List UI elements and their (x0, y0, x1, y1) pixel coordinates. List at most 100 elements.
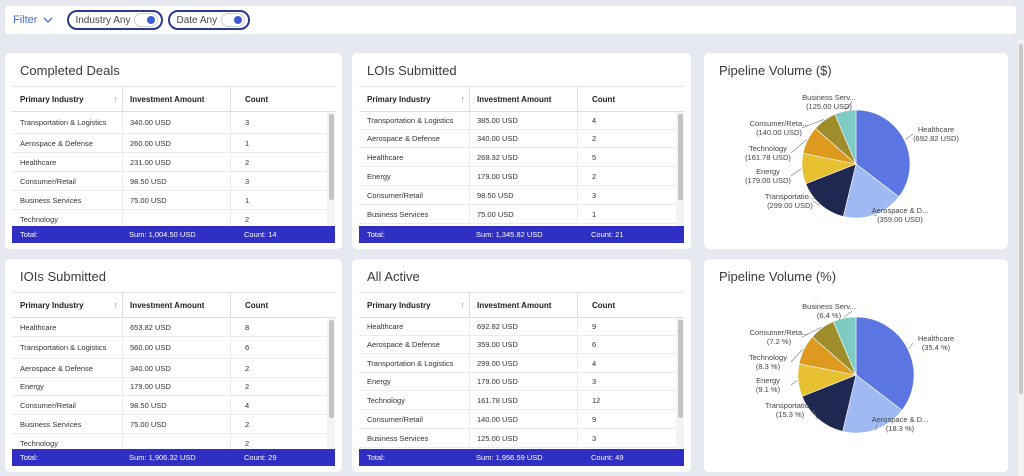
date-filter-chip[interactable]: Date Any (168, 10, 251, 30)
slice-label: Healthcare (918, 125, 954, 134)
table-row[interactable]: Consumer/Retail 98.50 USD 3 (359, 186, 676, 205)
cell-amount: 98.50 USD (122, 396, 230, 414)
table-row[interactable]: Business Services 75.00 USD 1 (12, 191, 327, 210)
column-header-count[interactable]: Count (230, 293, 335, 317)
table-scrollbar-thumb[interactable] (678, 114, 683, 200)
industry-filter-chip[interactable]: Industry Any (67, 10, 164, 30)
cell-text: 179.00 USD (477, 377, 518, 386)
page-scrollbar-thumb[interactable] (1019, 44, 1023, 394)
cell-text: 2 (245, 363, 250, 373)
cell-text: Energy (367, 171, 391, 181)
table-row[interactable]: Energy 179.00 USD 3 (359, 373, 676, 391)
slice-value-label: (359.00 USD) (877, 215, 923, 224)
cell-industry: Aerospace & Defense (359, 336, 469, 353)
column-header-industry[interactable]: Primary Industry ↑ (12, 87, 122, 111)
table-row[interactable]: Healthcare 268.32 USD 5 (359, 148, 676, 167)
cell-amount: 653.82 USD (122, 318, 230, 336)
cell-count: 3 (577, 186, 676, 204)
table-row[interactable]: Transportation & Logistics 340.00 USD 3 (12, 112, 327, 134)
cell-amount: 260.00 USD (122, 134, 230, 152)
column-header-count[interactable]: Count (577, 87, 684, 111)
cell-count: 2 (577, 167, 676, 185)
column-header-amount[interactable]: Investment Amount (122, 87, 230, 111)
table-row[interactable]: Consumer/Retail 98.50 USD 4 (12, 396, 327, 415)
sort-arrow-icon[interactable]: ↑ (461, 300, 466, 310)
sort-arrow-icon[interactable]: ↑ (114, 94, 119, 104)
table-row[interactable]: Business Services 75.00 USD 1 (359, 205, 676, 224)
cell-count: 3 (230, 112, 327, 133)
footer-count: Count: 21 (577, 226, 684, 243)
industry-filter-toggle[interactable] (134, 13, 159, 27)
table-row[interactable]: Aerospace & Defense 340.00 USD 2 (359, 130, 676, 148)
table-row[interactable]: Technology 161.78 USD 12 (359, 391, 676, 410)
table-row[interactable]: Transportation & Logistics 560.00 USD 6 (12, 337, 327, 359)
table-row[interactable]: Energy 179.00 USD 2 (12, 378, 327, 396)
table-row[interactable]: Technology 2 (12, 434, 327, 449)
table-row[interactable]: Aerospace & Defense 359.00 USD 6 (359, 336, 676, 354)
cell-text: Business Services (20, 419, 82, 429)
table-row[interactable]: Consumer/Retail 98.50 USD 3 (12, 172, 327, 191)
cell-count: 2 (230, 415, 327, 433)
table-scrollbar-thumb[interactable] (329, 114, 334, 200)
table-scrollbar-thumb[interactable] (678, 320, 683, 419)
table-scrollbar[interactable] (676, 318, 684, 449)
cell-industry: Business Services (359, 429, 469, 447)
column-header-industry[interactable]: Primary Industry ↑ (359, 87, 469, 111)
table-row[interactable]: Transportation & Logistics 385.00 USD 4 (359, 112, 676, 130)
cell-industry: Healthcare (359, 148, 469, 166)
slice-value-label: (125.00 USD) (806, 102, 852, 111)
pipeline-volume-pct-card: Pipeline Volume (%) Healthcare (35.4 %) Ae… (704, 259, 1008, 472)
cell-count: 4 (230, 396, 327, 414)
cell-text: 75.00 USD (477, 209, 514, 219)
table-row[interactable]: Technology 2 (12, 210, 327, 226)
cell-count: 4 (577, 354, 676, 372)
cell-amount: 340.00 USD (122, 112, 230, 133)
table-row[interactable]: Transportation & Logistics 299.00 USD 4 (359, 354, 676, 373)
table-row[interactable]: Aerospace & Defense 260.00 USD 1 (12, 134, 327, 153)
date-filter-toggle[interactable] (221, 13, 246, 27)
sort-arrow-icon[interactable]: ↑ (461, 94, 466, 104)
table-row[interactable]: Energy 179.00 USD 2 (359, 167, 676, 186)
slice-label: Aerospace & D... (872, 415, 929, 424)
table-row[interactable]: Aerospace & Defense 340.00 USD 2 (12, 359, 327, 378)
cell-industry: Business Services (12, 415, 122, 433)
cell-text: 161.78 USD (477, 395, 518, 405)
column-header-count[interactable]: Count (230, 87, 335, 111)
cell-text: Aerospace & Defense (367, 340, 440, 349)
cell-text: 179.00 USD (477, 171, 518, 181)
cell-text: Consumer/Retail (367, 414, 423, 424)
table-row[interactable]: Healthcare 653.82 USD 8 (12, 318, 327, 337)
filter-button[interactable]: Filter (13, 14, 53, 26)
table-scrollbar[interactable] (676, 112, 684, 226)
column-header-label: Investment Amount (130, 300, 205, 310)
slice-label: Business Serv... (802, 93, 856, 102)
table-header: Primary Industry ↑ Investment Amount Count (12, 293, 335, 318)
leader-line (844, 310, 853, 318)
sort-arrow-icon[interactable]: ↑ (114, 300, 119, 310)
table-row[interactable]: Healthcare 692.82 USD 9 (359, 318, 676, 336)
table-row[interactable]: Business Services 125.00 USD 3 (359, 429, 676, 448)
table-body: Transportation & Logistics 385.00 USD 4 Aer… (359, 112, 676, 226)
column-header-count[interactable]: Count (577, 293, 684, 317)
cell-text: 8 (245, 322, 250, 332)
table-row[interactable]: Healthcare 231.00 USD 2 (12, 153, 327, 172)
cell-amount: 98.50 USD (469, 186, 577, 204)
table-scrollbar[interactable] (327, 112, 335, 226)
table-scrollbar[interactable] (327, 318, 335, 449)
column-header-industry[interactable]: Primary Industry ↑ (359, 293, 469, 317)
cell-count: 5 (577, 148, 676, 166)
table-row[interactable]: Business Services 75.00 USD 2 (12, 415, 327, 434)
table-scrollbar-thumb[interactable] (329, 320, 334, 419)
footer-text: Sum: 1,004.50 USD (129, 230, 196, 239)
page-scrollbar[interactable] (1018, 40, 1024, 476)
cell-amount: 268.32 USD (469, 148, 577, 166)
footer-count: Count: 29 (230, 449, 335, 466)
column-header-amount[interactable]: Investment Amount (469, 293, 577, 317)
column-header-amount[interactable]: Investment Amount (469, 87, 577, 111)
table-row[interactable]: Consumer/Retail 140.00 USD 9 (359, 410, 676, 429)
leader-line (908, 342, 914, 350)
column-header-industry[interactable]: Primary Industry ↑ (12, 293, 122, 317)
cell-text: 6 (592, 340, 597, 349)
column-header-amount[interactable]: Investment Amount (122, 293, 230, 317)
cell-text: 3 (592, 433, 597, 443)
